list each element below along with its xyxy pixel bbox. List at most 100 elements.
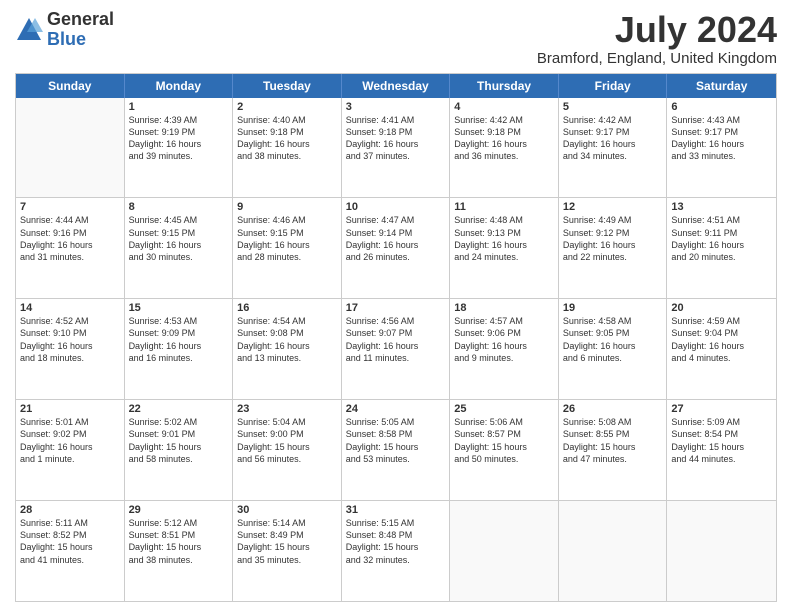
- cal-cell: 29Sunrise: 5:12 AM Sunset: 8:51 PM Dayli…: [125, 501, 234, 601]
- cal-cell: 18Sunrise: 4:57 AM Sunset: 9:06 PM Dayli…: [450, 299, 559, 399]
- logo-general: General: [47, 10, 114, 30]
- day-number: 30: [237, 504, 337, 516]
- day-number: 13: [671, 201, 772, 213]
- cell-text: Sunrise: 4:47 AM Sunset: 9:14 PM Dayligh…: [346, 214, 446, 263]
- cal-cell: [16, 98, 125, 198]
- cal-cell: [450, 501, 559, 601]
- cal-cell: 10Sunrise: 4:47 AM Sunset: 9:14 PM Dayli…: [342, 198, 451, 298]
- cell-text: Sunrise: 4:39 AM Sunset: 9:19 PM Dayligh…: [129, 114, 229, 163]
- cell-text: Sunrise: 4:58 AM Sunset: 9:05 PM Dayligh…: [563, 315, 663, 364]
- cell-text: Sunrise: 4:41 AM Sunset: 9:18 PM Dayligh…: [346, 114, 446, 163]
- page: General Blue July 2024 Bramford, England…: [0, 0, 792, 612]
- cal-header-cell: Saturday: [667, 74, 776, 98]
- cell-text: Sunrise: 5:04 AM Sunset: 9:00 PM Dayligh…: [237, 416, 337, 465]
- cell-text: Sunrise: 4:40 AM Sunset: 9:18 PM Dayligh…: [237, 114, 337, 163]
- cal-cell: 17Sunrise: 4:56 AM Sunset: 9:07 PM Dayli…: [342, 299, 451, 399]
- cal-cell: 21Sunrise: 5:01 AM Sunset: 9:02 PM Dayli…: [16, 400, 125, 500]
- cell-text: Sunrise: 4:42 AM Sunset: 9:17 PM Dayligh…: [563, 114, 663, 163]
- day-number: 21: [20, 403, 120, 415]
- cal-cell: 3Sunrise: 4:41 AM Sunset: 9:18 PM Daylig…: [342, 98, 451, 198]
- cal-cell: 28Sunrise: 5:11 AM Sunset: 8:52 PM Dayli…: [16, 501, 125, 601]
- cal-cell: 19Sunrise: 4:58 AM Sunset: 9:05 PM Dayli…: [559, 299, 668, 399]
- day-number: 29: [129, 504, 229, 516]
- cal-cell: 22Sunrise: 5:02 AM Sunset: 9:01 PM Dayli…: [125, 400, 234, 500]
- cal-cell: 8Sunrise: 4:45 AM Sunset: 9:15 PM Daylig…: [125, 198, 234, 298]
- cell-text: Sunrise: 4:57 AM Sunset: 9:06 PM Dayligh…: [454, 315, 554, 364]
- cell-text: Sunrise: 4:44 AM Sunset: 9:16 PM Dayligh…: [20, 214, 120, 263]
- calendar: SundayMondayTuesdayWednesdayThursdayFrid…: [15, 73, 777, 602]
- day-number: 24: [346, 403, 446, 415]
- cell-text: Sunrise: 5:06 AM Sunset: 8:57 PM Dayligh…: [454, 416, 554, 465]
- day-number: 20: [671, 302, 772, 314]
- day-number: 11: [454, 201, 554, 213]
- cell-text: Sunrise: 4:59 AM Sunset: 9:04 PM Dayligh…: [671, 315, 772, 364]
- cal-cell: 11Sunrise: 4:48 AM Sunset: 9:13 PM Dayli…: [450, 198, 559, 298]
- cal-cell: 31Sunrise: 5:15 AM Sunset: 8:48 PM Dayli…: [342, 501, 451, 601]
- cell-text: Sunrise: 4:49 AM Sunset: 9:12 PM Dayligh…: [563, 214, 663, 263]
- cell-text: Sunrise: 5:01 AM Sunset: 9:02 PM Dayligh…: [20, 416, 120, 465]
- cal-header-cell: Wednesday: [342, 74, 451, 98]
- day-number: 16: [237, 302, 337, 314]
- day-number: 7: [20, 201, 120, 213]
- cal-cell: 16Sunrise: 4:54 AM Sunset: 9:08 PM Dayli…: [233, 299, 342, 399]
- cal-row: 14Sunrise: 4:52 AM Sunset: 9:10 PM Dayli…: [16, 298, 776, 399]
- month-title: July 2024: [537, 10, 777, 50]
- cell-text: Sunrise: 4:43 AM Sunset: 9:17 PM Dayligh…: [671, 114, 772, 163]
- day-number: 5: [563, 101, 663, 113]
- cal-row: 21Sunrise: 5:01 AM Sunset: 9:02 PM Dayli…: [16, 399, 776, 500]
- cell-text: Sunrise: 4:52 AM Sunset: 9:10 PM Dayligh…: [20, 315, 120, 364]
- day-number: 9: [237, 201, 337, 213]
- cal-cell: 9Sunrise: 4:46 AM Sunset: 9:15 PM Daylig…: [233, 198, 342, 298]
- cell-text: Sunrise: 5:02 AM Sunset: 9:01 PM Dayligh…: [129, 416, 229, 465]
- cell-text: Sunrise: 5:09 AM Sunset: 8:54 PM Dayligh…: [671, 416, 772, 465]
- day-number: 27: [671, 403, 772, 415]
- day-number: 22: [129, 403, 229, 415]
- cal-header-cell: Friday: [559, 74, 668, 98]
- cell-text: Sunrise: 4:46 AM Sunset: 9:15 PM Dayligh…: [237, 214, 337, 263]
- day-number: 15: [129, 302, 229, 314]
- cell-text: Sunrise: 4:42 AM Sunset: 9:18 PM Dayligh…: [454, 114, 554, 163]
- day-number: 1: [129, 101, 229, 113]
- logo-blue: Blue: [47, 30, 114, 50]
- day-number: 25: [454, 403, 554, 415]
- title-area: July 2024 Bramford, England, United King…: [537, 10, 777, 67]
- day-number: 4: [454, 101, 554, 113]
- cell-text: Sunrise: 5:12 AM Sunset: 8:51 PM Dayligh…: [129, 517, 229, 566]
- cell-text: Sunrise: 4:48 AM Sunset: 9:13 PM Dayligh…: [454, 214, 554, 263]
- day-number: 31: [346, 504, 446, 516]
- day-number: 18: [454, 302, 554, 314]
- cal-cell: 14Sunrise: 4:52 AM Sunset: 9:10 PM Dayli…: [16, 299, 125, 399]
- cal-cell: 6Sunrise: 4:43 AM Sunset: 9:17 PM Daylig…: [667, 98, 776, 198]
- cell-text: Sunrise: 5:11 AM Sunset: 8:52 PM Dayligh…: [20, 517, 120, 566]
- day-number: 26: [563, 403, 663, 415]
- cal-cell: 30Sunrise: 5:14 AM Sunset: 8:49 PM Dayli…: [233, 501, 342, 601]
- cell-text: Sunrise: 4:45 AM Sunset: 9:15 PM Dayligh…: [129, 214, 229, 263]
- day-number: 10: [346, 201, 446, 213]
- cell-text: Sunrise: 5:08 AM Sunset: 8:55 PM Dayligh…: [563, 416, 663, 465]
- day-number: 17: [346, 302, 446, 314]
- logo: General Blue: [15, 10, 114, 50]
- day-number: 8: [129, 201, 229, 213]
- cell-text: Sunrise: 5:14 AM Sunset: 8:49 PM Dayligh…: [237, 517, 337, 566]
- cal-row: 1Sunrise: 4:39 AM Sunset: 9:19 PM Daylig…: [16, 98, 776, 198]
- cell-text: Sunrise: 4:56 AM Sunset: 9:07 PM Dayligh…: [346, 315, 446, 364]
- day-number: 12: [563, 201, 663, 213]
- cal-cell: 25Sunrise: 5:06 AM Sunset: 8:57 PM Dayli…: [450, 400, 559, 500]
- day-number: 28: [20, 504, 120, 516]
- cal-row: 7Sunrise: 4:44 AM Sunset: 9:16 PM Daylig…: [16, 197, 776, 298]
- calendar-body: 1Sunrise: 4:39 AM Sunset: 9:19 PM Daylig…: [16, 98, 776, 601]
- day-number: 19: [563, 302, 663, 314]
- cal-cell: 15Sunrise: 4:53 AM Sunset: 9:09 PM Dayli…: [125, 299, 234, 399]
- cal-cell: 5Sunrise: 4:42 AM Sunset: 9:17 PM Daylig…: [559, 98, 668, 198]
- day-number: 2: [237, 101, 337, 113]
- cal-cell: 26Sunrise: 5:08 AM Sunset: 8:55 PM Dayli…: [559, 400, 668, 500]
- cal-cell: 2Sunrise: 4:40 AM Sunset: 9:18 PM Daylig…: [233, 98, 342, 198]
- cell-text: Sunrise: 5:15 AM Sunset: 8:48 PM Dayligh…: [346, 517, 446, 566]
- day-number: 3: [346, 101, 446, 113]
- cal-cell: 13Sunrise: 4:51 AM Sunset: 9:11 PM Dayli…: [667, 198, 776, 298]
- cal-row: 28Sunrise: 5:11 AM Sunset: 8:52 PM Dayli…: [16, 500, 776, 601]
- cal-cell: 4Sunrise: 4:42 AM Sunset: 9:18 PM Daylig…: [450, 98, 559, 198]
- cell-text: Sunrise: 4:54 AM Sunset: 9:08 PM Dayligh…: [237, 315, 337, 364]
- location: Bramford, England, United Kingdom: [537, 50, 777, 67]
- cal-cell: 1Sunrise: 4:39 AM Sunset: 9:19 PM Daylig…: [125, 98, 234, 198]
